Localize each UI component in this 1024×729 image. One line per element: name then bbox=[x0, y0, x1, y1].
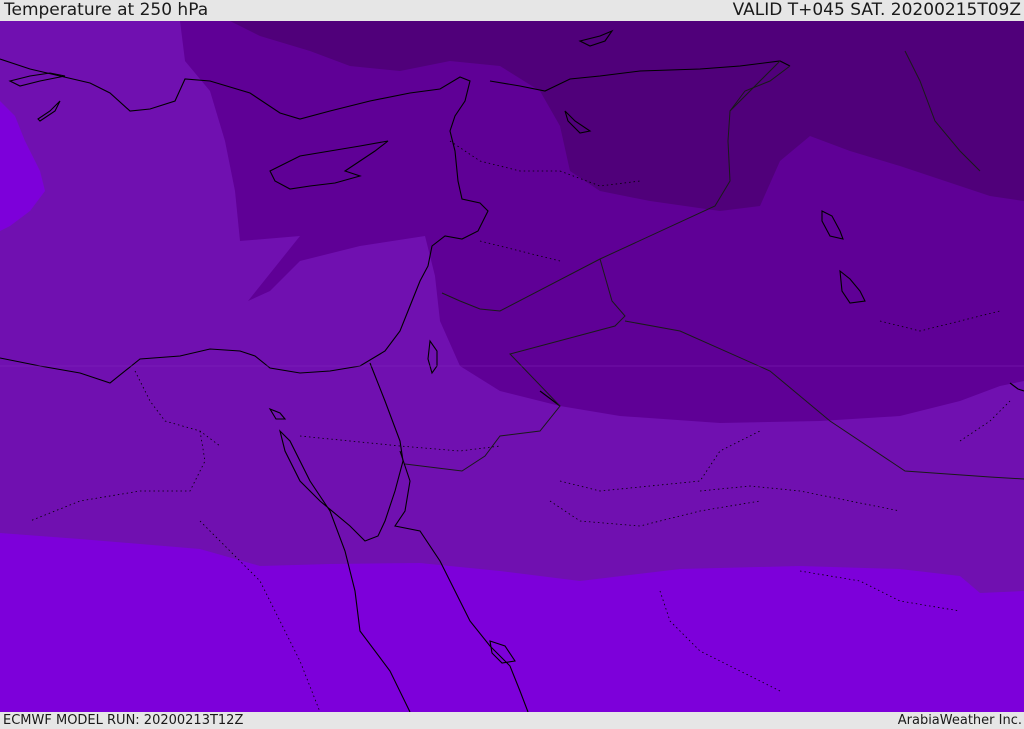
bottom-info-bar: ECMWF MODEL RUN: 20200213T12Z ArabiaWeat… bbox=[0, 712, 1024, 729]
top-info-bar: Temperature at 250 hPa VALID T+045 SAT. … bbox=[0, 0, 1024, 21]
valid-time-label: VALID T+045 SAT. 20200215T09Z bbox=[732, 0, 1021, 20]
map-title: Temperature at 250 hPa bbox=[4, 0, 209, 20]
credit-label: ArabiaWeather Inc. bbox=[897, 713, 1022, 728]
temperature-map bbox=[0, 21, 1024, 712]
model-run-label: ECMWF MODEL RUN: 20200213T12Z bbox=[3, 713, 244, 728]
